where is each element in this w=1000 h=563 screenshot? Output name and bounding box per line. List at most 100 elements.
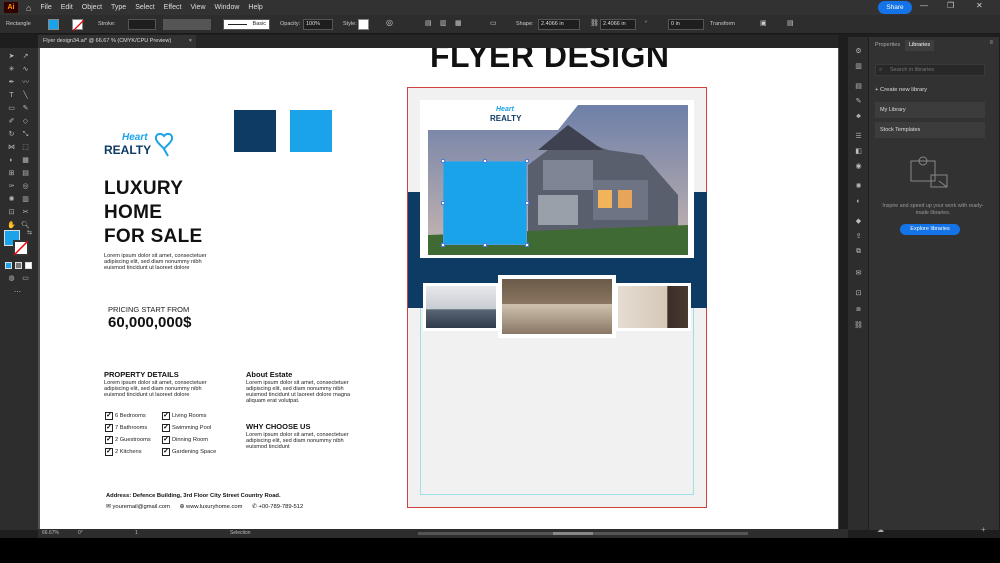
shaper-icon[interactable]: ✐ (7, 117, 16, 126)
asset-export-icon[interactable]: ⧉ (854, 247, 863, 256)
height-field[interactable]: 2.4066 in (600, 19, 636, 30)
menu-view[interactable]: View (190, 4, 205, 11)
fill-swatch[interactable] (48, 19, 59, 30)
appearance-icon[interactable]: ◉ (854, 162, 863, 171)
hand-tool-icon[interactable]: ✋ (7, 221, 16, 230)
width-field[interactable]: 2.4066 in (538, 19, 580, 30)
draw-mode-icon[interactable]: ◍ (7, 274, 16, 283)
blue-color-swatch[interactable] (290, 110, 332, 152)
pathfinder-icon[interactable]: ⧈ (854, 305, 863, 314)
comments-icon[interactable]: ✉ (854, 269, 863, 278)
artboard-number[interactable]: 1 (135, 530, 138, 536)
line-tool-icon[interactable]: ╲ (21, 91, 30, 100)
tab-properties[interactable]: Properties (871, 40, 904, 51)
eraser-icon[interactable]: ◇ (21, 117, 30, 126)
brush-field[interactable]: Basic (223, 19, 270, 30)
magic-wand-icon[interactable]: ✳ (7, 65, 16, 74)
selection-handle[interactable] (525, 201, 529, 205)
swap-colors-icon[interactable]: ⇆ (25, 229, 34, 238)
pen-tool-icon[interactable]: ✒ (7, 78, 16, 87)
create-library-button[interactable]: + Create new library (875, 87, 927, 93)
zoom-level[interactable]: 66.67% (42, 530, 59, 536)
menu-type[interactable]: Type (111, 4, 126, 11)
share-button[interactable]: Share (878, 1, 912, 14)
gradient-mode-icon[interactable] (15, 262, 22, 269)
stroke-weight-field[interactable] (128, 19, 156, 30)
home-icon[interactable]: ⌂ (26, 3, 31, 13)
blend-icon[interactable]: ◎ (21, 182, 30, 191)
panel-menu-icon[interactable]: ≡ (989, 40, 993, 46)
rotate-icon[interactable]: ↻ (7, 130, 16, 139)
perspective-icon[interactable]: ▦ (21, 156, 30, 165)
shape-builder-icon[interactable]: ◐ (7, 156, 16, 165)
explore-libraries-button[interactable]: Explore libraries (900, 224, 960, 235)
link-icon[interactable]: ⛓ (590, 19, 599, 27)
selection-handle[interactable] (525, 159, 529, 163)
brushes-icon[interactable]: ✎ (854, 97, 863, 106)
color-guide-icon[interactable]: ◐ (854, 197, 863, 206)
stack-icon[interactable]: ◆ (854, 217, 863, 226)
menu-edit[interactable]: Edit (61, 4, 73, 11)
menu-effect[interactable]: Effect (164, 4, 182, 11)
none-mode-icon[interactable] (25, 262, 32, 269)
symbols-icon[interactable]: ♣ (854, 112, 863, 121)
arrange-icon[interactable]: ▦ (455, 19, 462, 27)
close-tab-icon[interactable]: × (189, 35, 192, 48)
selection-handle[interactable] (483, 243, 487, 247)
artboard-tool-icon[interactable]: ⊡ (7, 208, 16, 217)
menu-object[interactable]: Object (82, 4, 102, 11)
cloud-icon[interactable]: ☁ (877, 526, 884, 534)
arrange-docs-icon[interactable]: ▤ (787, 19, 794, 27)
export-icon[interactable]: ⇪ (854, 232, 863, 241)
direct-selection-tool-icon[interactable]: ↗ (21, 52, 30, 61)
align-icon[interactable]: ▤ (425, 19, 432, 27)
stroke-color-icon[interactable] (13, 240, 29, 256)
isolate-icon[interactable]: ▣ (760, 19, 767, 27)
maximize-icon[interactable]: ❐ (947, 1, 954, 10)
graph-tool-icon[interactable]: ▥ (21, 195, 30, 204)
properties-icon[interactable]: ⚙ (854, 47, 863, 56)
scale-icon[interactable]: ⤡ (21, 130, 30, 139)
style-swatch[interactable] (358, 19, 369, 30)
opacity-field[interactable]: 100% (303, 19, 333, 30)
layers-icon[interactable]: ▥ (854, 62, 863, 71)
rectangle-tool-icon[interactable]: ▭ (7, 104, 16, 113)
library-item-stock-templates[interactable]: Stock Templates (875, 122, 985, 138)
menu-help[interactable]: Help (248, 4, 262, 11)
angle-field[interactable]: 0 in (668, 19, 704, 30)
add-content-icon[interactable]: + (981, 525, 986, 534)
selection-handle[interactable] (441, 243, 445, 247)
transform-label[interactable]: Transform (710, 21, 735, 27)
selection-tool-icon[interactable]: ➤ (7, 52, 16, 61)
minimize-icon[interactable]: — (920, 1, 928, 10)
width-tool-icon[interactable]: ⋈ (7, 143, 16, 152)
selection-handle[interactable] (441, 159, 445, 163)
links-icon[interactable]: ⛓ (854, 321, 863, 330)
free-transform-icon[interactable]: ⬚ (21, 143, 30, 152)
symbol-sprayer-icon[interactable]: ✺ (7, 195, 16, 204)
recolor-icon[interactable]: ◎ (386, 18, 393, 27)
lasso-icon[interactable]: ∿ (21, 65, 30, 74)
navy-color-swatch[interactable] (234, 110, 276, 152)
mesh-icon[interactable]: ⊞ (7, 169, 16, 178)
selection-handle[interactable] (441, 201, 445, 205)
selected-blue-rectangle[interactable] (443, 161, 527, 245)
libraries-icon[interactable]: ▤ (854, 82, 863, 91)
document-tab[interactable]: Flyer design34.ai* @ 66.67 % (CMYK/CPU P… (38, 35, 196, 48)
stroke-swatch[interactable] (72, 19, 84, 31)
menu-file[interactable]: File (40, 4, 51, 11)
slice-icon[interactable]: ✂ (21, 208, 30, 217)
align-panel-icon[interactable]: ☰ (854, 132, 863, 141)
graphic-styles-icon[interactable]: ✺ (854, 182, 863, 191)
transparency-icon[interactable]: ◧ (854, 147, 863, 156)
library-search-input[interactable]: ⌕ Search in libraries (875, 64, 985, 76)
selection-handle[interactable] (483, 159, 487, 163)
edit-toolbar-icon[interactable]: ⋯ (13, 288, 22, 297)
variable-width-field[interactable] (163, 19, 211, 30)
paintbrush-icon[interactable]: ✎ (21, 104, 30, 113)
type-tool-icon[interactable]: T (7, 91, 16, 100)
curvature-icon[interactable]: 〰 (21, 78, 30, 87)
tab-libraries[interactable]: Libraries (905, 40, 935, 51)
distribute-icon[interactable]: ▥ (440, 19, 447, 27)
horizontal-scrollbar[interactable] (418, 532, 748, 535)
